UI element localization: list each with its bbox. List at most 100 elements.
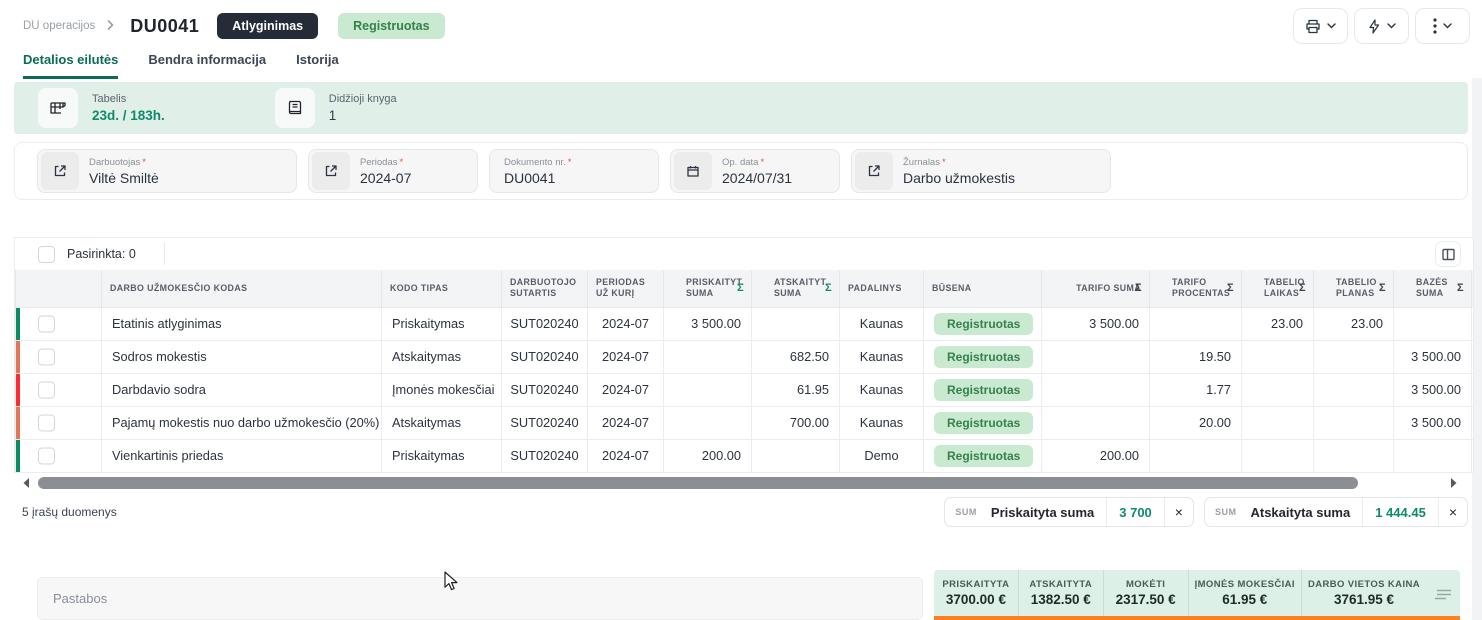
info-bar: Tabelis 23d. / 183h. Didžioji knyga 1 [14,82,1468,134]
column-header-periodas[interactable]: PERIODAS UŽ KURĮ [588,270,664,307]
sum-icon[interactable]: Σ [1299,282,1306,294]
chip-label: Priskaityta suma [987,505,1106,520]
column-header-tarifo_procentas[interactable]: TARIFO PROCENTASΣ [1150,270,1242,307]
field-value: Viltė Smiltė [89,170,159,186]
external-link-icon[interactable] [41,152,79,190]
required-asterisk: * [400,157,404,168]
dokumento-nr-field[interactable]: Dokumento nr.* DU0041 [489,149,659,193]
darbo-vietos-kaina-total: DARBO VIETOS KAINA 3761.95 € [1302,570,1426,620]
row-type-indicator [16,440,20,472]
tabelis-info[interactable]: Tabelis 23d. / 183h. [38,88,165,128]
row-status-badge: Registruotas [934,445,1033,467]
tab-detalios-eilutes[interactable]: Detalios eilutės [23,46,118,79]
required-asterisk: * [568,157,572,168]
total-value: 2317.50 € [1116,592,1176,607]
zurnalas-field[interactable]: Žurnalas* Darbo užmokestis [851,149,1111,193]
more-menu-button[interactable] [1415,8,1470,44]
scrollbar-track[interactable] [38,477,1442,489]
row-select-cell [16,307,102,340]
cell-periodas: 2024-07 [588,406,664,439]
select-all-checkbox[interactable] [38,246,55,263]
flash-icon [1368,19,1381,34]
cell-tarifo_suma: 3 500.00 [1042,307,1150,340]
cell-sutartis: SUT020240 [502,307,588,340]
print-menu-button[interactable] [1293,8,1348,44]
chip-value: 1 444.45 [1362,498,1438,526]
horizontal-scrollbar [22,476,1458,490]
chip-value: 3 700 [1106,498,1164,526]
periodas-field[interactable]: Periodas* 2024-07 [308,149,478,193]
total-label: PRISKAITYTA [942,579,1009,590]
cell-busena: Registruotas [924,406,1042,439]
cell-bazes_bruto [1472,439,1475,472]
cell-padalinys: Demo [840,439,924,472]
cell-sutartis: SUT020240 [502,439,588,472]
row-type-indicator [16,374,20,406]
sum-icon[interactable]: Σ [737,282,744,294]
chevron-down-icon [1387,23,1396,29]
darbuotojas-field[interactable]: Darbuotojas* Viltė Smiltė [37,149,297,193]
quick-actions-menu-button[interactable] [1354,8,1409,44]
column-header-tarifo_suma[interactable]: TARIFO SUMAΣ [1042,270,1150,307]
didzioji-knyga-info[interactable]: Didžioji knyga 1 [275,88,397,128]
field-value: 2024-07 [360,170,411,186]
column-header-tabelio_laikas[interactable]: TABELIO LAIKASΣ [1242,270,1314,307]
kebab-icon [1433,18,1437,34]
notes-input[interactable]: Pastabos [37,577,923,620]
total-label: DARBO VIETOS KAINA [1308,579,1420,590]
column-header-tabelio_planas[interactable]: TABELIO PLANASΣ [1314,270,1394,307]
row-checkbox[interactable] [38,414,55,431]
sum-icon[interactable]: Σ [1457,282,1464,294]
column-header-tipas[interactable]: KODO TIPAS [382,270,502,307]
external-link-icon[interactable] [312,152,350,190]
cell-tipas: Atskaitymas [382,406,502,439]
total-label: ĮMONĖS MOKESČIAI [1195,579,1295,590]
column-header-priskaityta[interactable]: PRISKAITYT. SUMAΣ [664,270,752,307]
scrollbar-thumb[interactable] [38,477,1358,489]
scroll-right-arrow-icon[interactable] [1450,477,1458,489]
status-badge: Registruotas [338,13,444,39]
external-link-icon[interactable] [855,152,893,190]
sum-icon[interactable]: Σ [825,282,832,294]
atskaityta-suma-chip: SUM Atskaityta suma 1 444.45 × [1204,497,1468,527]
row-status-badge: Registruotas [934,412,1033,434]
close-icon[interactable]: × [1164,498,1193,526]
sum-chips: SUM Priskaityta suma 3 700 × SUM Atskait… [944,497,1468,527]
cell-tabelio_planas [1314,373,1394,406]
column-header-kodas[interactable]: DARBO UŽMOKESČIO KODAS [102,270,382,307]
cell-bazes_suma: 3 500.00 [1394,373,1472,406]
sum-icon[interactable]: Σ [1227,282,1234,294]
row-checkbox[interactable] [38,348,55,365]
breadcrumb-parent[interactable]: DU operacijos [23,20,95,32]
grid-toolbar: Pasirinkta: 0 [15,238,1473,270]
row-type-indicator [16,308,20,340]
scroll-left-arrow-icon[interactable] [22,477,30,489]
column-header-padalinys[interactable]: PADALINYS [840,270,924,307]
cell-tabelio_laikas [1242,340,1314,373]
row-checkbox[interactable] [38,315,55,332]
column-header-sutartis[interactable]: DARBUOTOJO SUTARTIS [502,270,588,307]
column-header-atskaityta[interactable]: ATSKAITYT. SUMAΣ [752,270,840,307]
sum-icon[interactable]: Σ [1379,282,1386,294]
sum-icon[interactable]: Σ [1135,282,1142,294]
tab-istorija[interactable]: Istorija [296,46,339,79]
cell-sutartis: SUT020240 [502,373,588,406]
cell-periodas: 2024-07 [588,373,664,406]
column-header-bazes_suma[interactable]: BAZĖS SUMAΣ [1394,270,1472,307]
summary-menu-icon[interactable] [1426,570,1460,620]
row-checkbox[interactable] [38,381,55,398]
cell-busena: Registruotas [924,439,1042,472]
cell-priskaityta: 3 500.00 [664,307,752,340]
cell-tipas: Atskaitymas [382,340,502,373]
close-icon[interactable]: × [1438,498,1467,526]
cell-kodas: Etatinis atlyginimas [102,307,382,340]
op-data-field[interactable]: Op. data* 2024/07/31 [670,149,840,193]
tab-bendra-informacija[interactable]: Bendra informacija [148,46,266,79]
column-header-bazes_bruto[interactable]: BAZĖS BRUTO SUMA [1472,270,1475,307]
column-header-busena[interactable]: BŪSENA [924,270,1042,307]
row-checkbox[interactable] [38,447,55,464]
cell-kodas: Sodros mokestis [102,340,382,373]
field-value: DU0041 [504,170,572,186]
calendar-icon[interactable] [674,152,712,190]
column-chooser-button[interactable] [1435,241,1461,267]
